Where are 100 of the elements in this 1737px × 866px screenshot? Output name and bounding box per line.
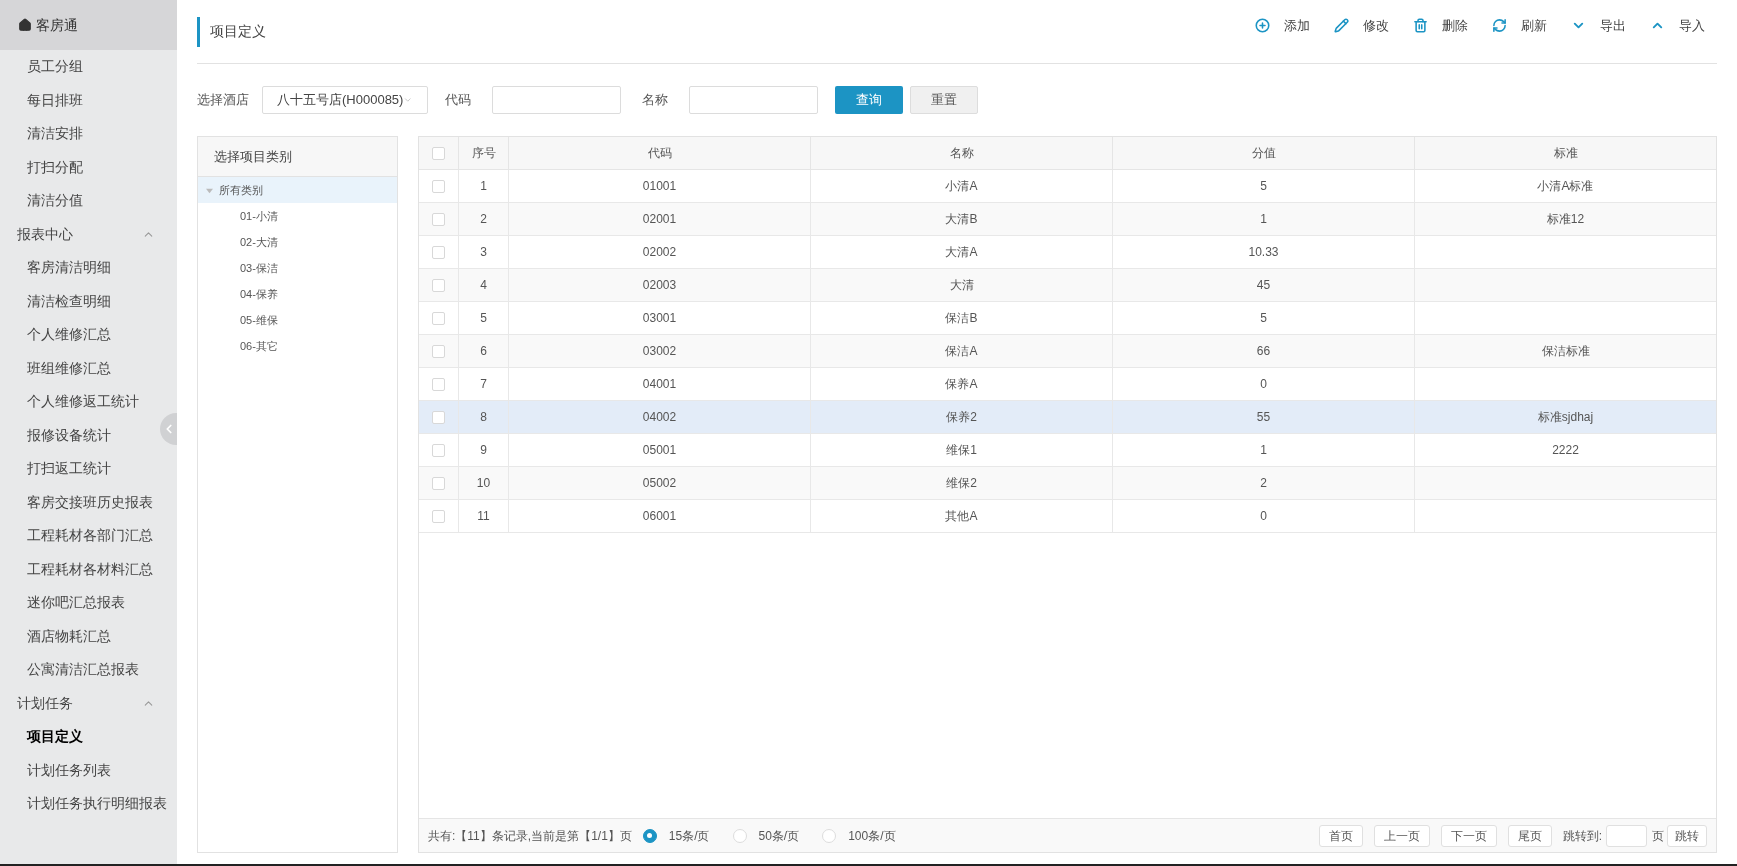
tree-node[interactable]: 02-大清 (198, 229, 397, 255)
table-row[interactable]: 11 06001 其他A 0 (419, 500, 1716, 533)
tree-node[interactable]: 所有类别 (198, 177, 397, 203)
code-cell-text: 05002 (642, 475, 677, 492)
index-cell-text: 2 (480, 211, 487, 228)
pager-button[interactable]: 首页 (1318, 824, 1363, 847)
column-header: 标准 (1552, 145, 1579, 162)
table-row[interactable]: 1 01001 小清A 5 小清A标准 (419, 170, 1716, 203)
score-cell-text: 66 (1256, 343, 1271, 360)
sidebar-item[interactable]: 计划任务列表 (27, 753, 111, 787)
page-title: 项目定义 (197, 16, 266, 47)
sidebar-item[interactable]: 客房清洁明细 (27, 251, 111, 285)
sidebar-item[interactable]: 班组维修汇总 (27, 351, 111, 385)
index-cell-text: 3 (480, 244, 487, 261)
score-cell-text: 45 (1256, 277, 1271, 294)
sidebar-item[interactable]: 打扫返工统计 (27, 452, 111, 486)
page-number-field[interactable] (1606, 824, 1647, 847)
sidebar-item[interactable]: 计划任务执行明细报表 (27, 787, 167, 821)
sidebar-item[interactable]: 个人维修返工统计 (27, 385, 139, 419)
code-cell-text: 04001 (642, 376, 677, 393)
column-header: 分值 (1113, 137, 1415, 169)
checkbox[interactable] (432, 146, 445, 160)
hotel-select[interactable]: 八十五号店(H000085) (262, 86, 428, 114)
sidebar-item[interactable]: 个人维修汇总 (27, 318, 111, 352)
toolbar-button[interactable]: 添加 (1255, 15, 1310, 36)
index-cell-text: 6 (480, 343, 487, 360)
page-size-option[interactable]: 100条/页 (822, 826, 896, 845)
standard-cell-text: 标准12 (1546, 211, 1585, 228)
sidebar-item[interactable]: 工程耗材各部门汇总 (27, 519, 153, 553)
checkbox[interactable] (432, 509, 445, 523)
sidebar-item[interactable]: 酒店物耗汇总 (27, 619, 111, 653)
toolbar-button[interactable]: 修改 (1334, 15, 1389, 36)
sidebar-group[interactable]: 计划任务 (0, 686, 177, 720)
standard-cell-text: 保洁标准 (1541, 343, 1590, 360)
collapse-handle[interactable] (160, 413, 177, 445)
name-cell-text: 维保2 (946, 475, 977, 492)
pager-button[interactable]: 上一页 (1373, 824, 1430, 847)
sidebar-item[interactable]: 公寓清洁汇总报表 (27, 653, 139, 687)
name-cell-text: 小清A (945, 178, 978, 195)
refresh-icon (1492, 18, 1507, 33)
index-cell-text: 8 (480, 409, 487, 426)
toolbar-button[interactable]: 导出 (1571, 15, 1626, 36)
tree-node[interactable]: 03-保洁 (198, 255, 397, 281)
sidebar-group[interactable]: 报表中心 (0, 217, 177, 251)
table-row[interactable]: 7 04001 保养A 0 (419, 368, 1716, 401)
sidebar-item[interactable]: 清洁分值 (27, 184, 83, 218)
tree-node[interactable]: 06-其它 (198, 333, 397, 359)
checkbox[interactable] (432, 443, 445, 457)
checkbox[interactable] (432, 311, 445, 325)
code-cell-text: 02003 (642, 277, 677, 294)
checkbox[interactable] (432, 344, 445, 358)
tree-node[interactable]: 04-保养 (198, 281, 397, 307)
sidebar-item[interactable]: 打扫分配 (27, 150, 83, 184)
sidebar-item[interactable]: 迷你吧汇总报表 (27, 586, 125, 620)
page-size-option[interactable]: 15条/页 (642, 826, 710, 845)
checkbox[interactable] (432, 212, 445, 226)
code-field[interactable] (492, 86, 621, 114)
tree-node[interactable]: 05-维保 (198, 307, 397, 333)
table-row[interactable]: 10 05002 维保2 2 (419, 467, 1716, 500)
sidebar-title[interactable]: 客房通 (0, 0, 177, 50)
name-label: 名称 (642, 91, 668, 110)
code-cell-text: 02001 (642, 211, 677, 228)
index-cell-text: 11 (477, 508, 490, 525)
sidebar-item[interactable]: 报修设备统计 (27, 418, 111, 452)
sidebar-item[interactable]: 项目定义 (27, 720, 83, 754)
table-row[interactable]: 6 03002 保洁A 66 保洁标准 (419, 335, 1716, 368)
name-cell-text: 大清A (945, 244, 978, 261)
table-row[interactable]: 2 02001 大清B 1 标准12 (419, 203, 1716, 236)
reset-button[interactable]: 重置 (910, 86, 978, 114)
sidebar-item[interactable]: 每日排班 (27, 83, 83, 117)
checkbox[interactable] (432, 278, 445, 292)
toolbar-button[interactable]: 删除 (1413, 15, 1468, 36)
page-size-option[interactable]: 50条/页 (732, 826, 800, 845)
checkbox[interactable] (432, 245, 445, 259)
pager-button[interactable]: 尾页 (1507, 824, 1552, 847)
table-row[interactable]: 8 04002 保养2 55 标准sjdhaj (419, 401, 1716, 434)
checkbox[interactable] (432, 377, 445, 391)
sidebar-item[interactable]: 清洁检查明细 (27, 284, 111, 318)
sidebar-item[interactable]: 员工分组 (27, 50, 83, 84)
sidebar-item[interactable]: 客房交接班历史报表 (27, 485, 153, 519)
radio[interactable] (642, 828, 657, 843)
tree-node[interactable]: 01-小清 (198, 203, 397, 229)
toolbar-button[interactable]: 刷新 (1492, 15, 1547, 36)
sidebar-item[interactable]: 工程耗材各材料汇总 (27, 552, 153, 586)
checkbox[interactable] (432, 476, 445, 490)
sidebar-item[interactable]: 清洁安排 (27, 117, 83, 151)
checkbox[interactable] (432, 179, 445, 193)
table-row[interactable]: 5 03001 保洁B 5 (419, 302, 1716, 335)
table-row[interactable]: 4 02003 大清 45 (419, 269, 1716, 302)
pager-button[interactable]: 下一页 (1440, 824, 1497, 847)
code-cell-text: 02002 (642, 244, 677, 261)
jump-button[interactable]: 跳转 (1667, 824, 1707, 847)
index-cell-text: 7 (480, 376, 487, 393)
standard-cell-text: 2222 (1552, 442, 1579, 459)
code-cell-text: 03001 (642, 310, 677, 327)
name-field[interactable] (689, 86, 818, 114)
toolbar-button[interactable]: 导入 (1650, 15, 1705, 36)
table-row[interactable]: 9 05001 维保1 1 2222 (419, 434, 1716, 467)
checkbox[interactable] (432, 410, 445, 424)
table-row[interactable]: 3 02002 大清A 10.33 (419, 236, 1716, 269)
